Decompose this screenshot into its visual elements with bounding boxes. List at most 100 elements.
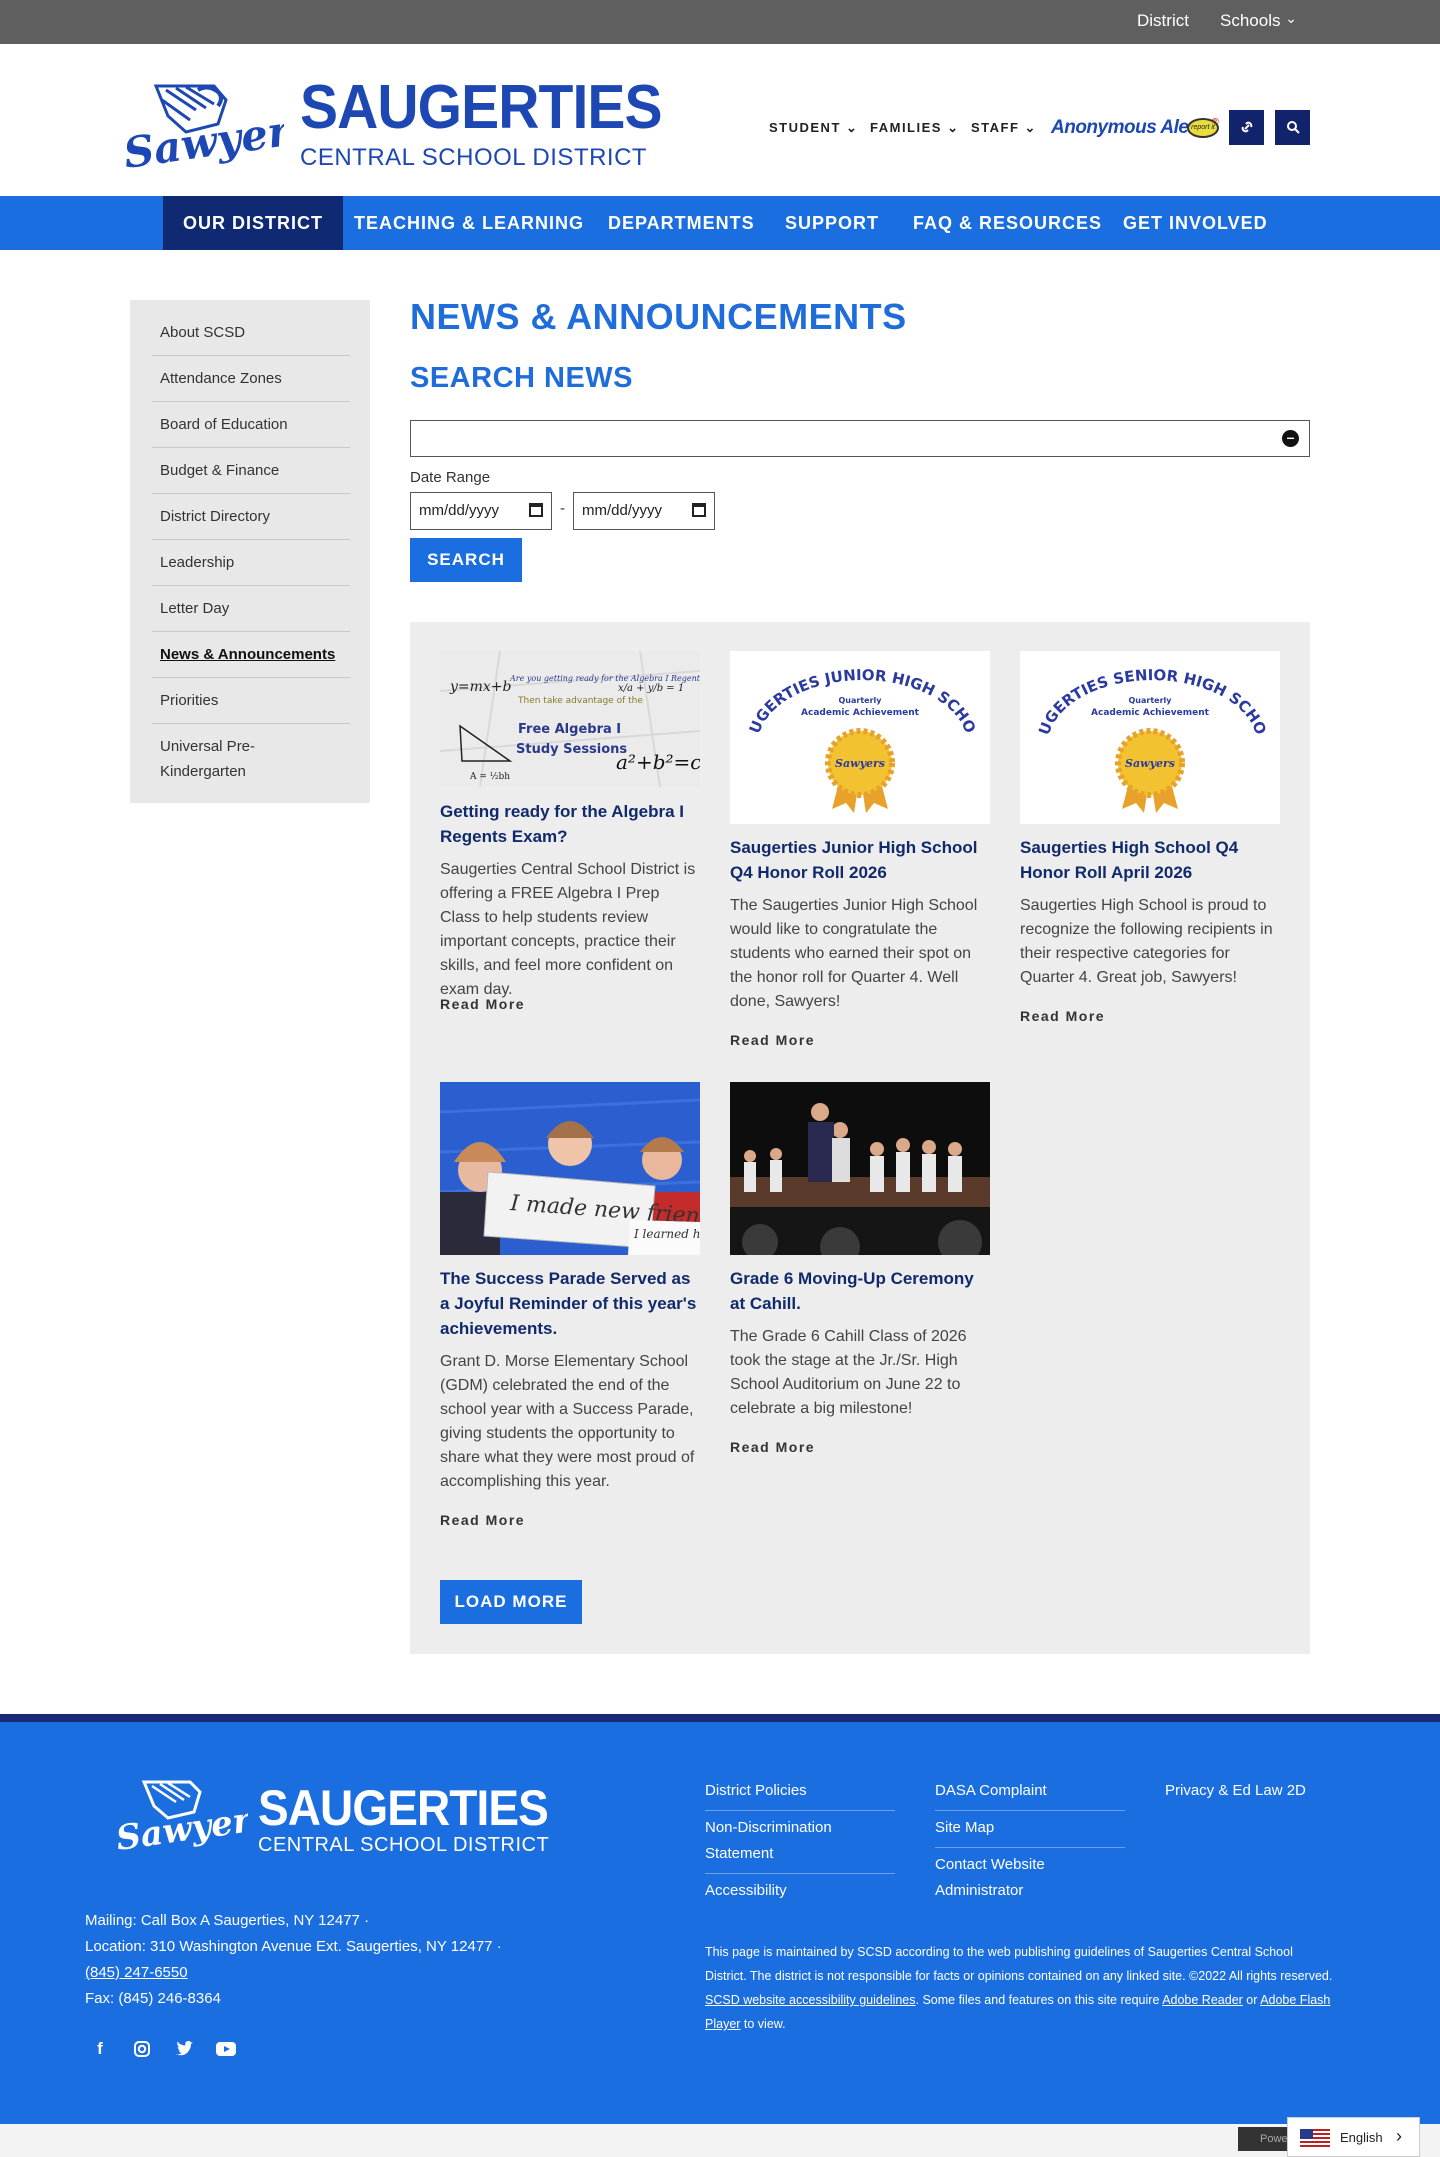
twitter-icon[interactable] <box>173 2038 195 2060</box>
sidebar-item-board[interactable]: Board of Education <box>160 412 350 437</box>
location-address: Location: 310 Washington Avenue Ext. Sau… <box>85 1938 502 1955</box>
nav-get-involved[interactable]: GET INVOLVED <box>1103 196 1288 250</box>
footer-sawyers-logo[interactable]: Sawyers <box>118 1778 248 1858</box>
divider <box>705 1873 895 1874</box>
sidebar-item-directory[interactable]: District Directory <box>160 504 350 529</box>
youtube-icon[interactable] <box>215 2038 237 2060</box>
search-icon <box>1286 121 1300 134</box>
footer-accent-bar <box>0 1714 1440 1722</box>
footer-link-district-policies[interactable]: District Policies <box>705 1778 807 1804</box>
grade6-ceremony-photo[interactable] <box>730 1082 990 1255</box>
nav-support[interactable]: SUPPORT <box>765 196 899 250</box>
date-to-input[interactable]: mm/dd/yyyy <box>573 492 715 530</box>
footer-link-privacy[interactable]: Privacy & Ed Law 2D <box>1165 1778 1306 1804</box>
sawyers-logo[interactable]: Sawyers <box>126 80 284 180</box>
search-heading: SEARCH NEWS <box>410 362 634 394</box>
bottom-bar <box>0 2124 1440 2157</box>
quick-links-button[interactable] <box>1229 110 1264 145</box>
chevron-right-icon: › <box>1396 2126 1402 2146</box>
sidebar-item-about[interactable]: About SCSD <box>160 320 350 345</box>
footer-link-contact-admin[interactable]: Contact Website Administrator <box>935 1852 1075 1904</box>
read-more-link[interactable]: Read More <box>1020 1008 1105 1024</box>
nav-student[interactable]: STUDENT ⌄ <box>769 120 858 136</box>
phone-link[interactable]: (845) 247-6550 <box>85 1960 188 1986</box>
load-more-button[interactable]: LOAD MORE <box>440 1580 582 1624</box>
divider <box>705 1810 895 1811</box>
nav-our-district[interactable]: OUR DISTRICT <box>163 196 343 250</box>
calendar-icon[interactable] <box>529 503 543 517</box>
shs-honor-roll-image[interactable]: SAUGERTIES SENIOR HIGH SCHOOL Quarterly … <box>1020 651 1280 824</box>
news-description: The Grade 6 Cahill Class of 2026 took th… <box>730 1328 967 1417</box>
svg-text:Quarterly: Quarterly <box>1129 696 1173 705</box>
nav-departments[interactable]: DEPARTMENTS <box>588 196 775 250</box>
footer-link-dasa[interactable]: DASA Complaint <box>935 1778 1047 1804</box>
chevron-down-icon: ⌄ <box>846 120 859 135</box>
brand-name[interactable]: SAUGERTIES <box>300 76 663 140</box>
sidebar-item-priorities[interactable]: Priorities <box>160 688 350 713</box>
site-header: Sawyers SAUGERTIES CENTRAL SCHOOL DISTRI… <box>0 44 1440 196</box>
sidebar-item-letter-day[interactable]: Letter Day <box>160 596 350 621</box>
news-title[interactable]: Saugerties High School Q4 Honor Roll Apr… <box>1020 835 1280 885</box>
news-list: y=mx+b Are you getting ready for the Alg… <box>410 622 1310 1654</box>
powered-by-badge[interactable]: Powe <box>1238 2127 1293 2151</box>
footer-link-accessibility[interactable]: Accessibility <box>705 1878 787 1904</box>
jhs-honor-roll-image[interactable]: SAUGERTIES JUNIOR HIGH SCHOOL Quarterly … <box>730 651 990 824</box>
divider <box>152 677 350 678</box>
search-button[interactable] <box>1275 110 1310 145</box>
sidebar-item-news[interactable]: News & Announcements <box>160 642 350 667</box>
divider <box>935 1810 1125 1811</box>
mailing-address: Mailing: Call Box A Saugerties, NY 12477… <box>85 1912 370 1929</box>
report-it-badge: report it <box>1187 118 1219 138</box>
sidebar-item-leadership[interactable]: Leadership <box>160 550 350 575</box>
us-flag-icon <box>1300 2129 1330 2147</box>
date-range-dash: - <box>560 500 565 517</box>
news-search-input[interactable]: – <box>410 420 1310 457</box>
svg-text:I learned how to: I learned how to <box>633 1227 700 1241</box>
footer-link-non-discrimination[interactable]: Non-Discrimination Statement <box>705 1815 865 1867</box>
nav-families[interactable]: FAMILIES ⌄ <box>870 120 959 136</box>
nav-faq-resources[interactable]: FAQ & RESOURCES <box>893 196 1122 250</box>
news-title[interactable]: Getting ready for the Algebra I Regents … <box>440 799 700 849</box>
search-submit-button[interactable]: SEARCH <box>410 538 522 582</box>
chevron-down-icon: ⌄ <box>947 120 960 135</box>
read-more-link[interactable]: Read More <box>440 1512 525 1528</box>
schools-dropdown[interactable]: Schools ⌄ <box>1220 10 1297 31</box>
calendar-icon[interactable] <box>692 503 706 517</box>
adobe-reader-link[interactable]: Adobe Reader <box>1162 1993 1243 2007</box>
footer-brand-name[interactable]: SAUGERTIES <box>258 1782 549 1834</box>
divider <box>152 539 350 540</box>
chevron-down-icon: ⌄ <box>1285 10 1297 26</box>
read-more-link[interactable]: Read More <box>730 1032 815 1048</box>
success-parade-photo[interactable]: I made new friends I learned how to <box>440 1082 700 1255</box>
news-title[interactable]: Saugerties Junior High School Q4 Honor R… <box>730 835 990 885</box>
sidebar-item-budget[interactable]: Budget & Finance <box>160 458 350 483</box>
news-title[interactable]: Grade 6 Moving-Up Ceremony at Cahill. <box>730 1266 990 1316</box>
language-selector[interactable]: English › <box>1287 2117 1420 2157</box>
svg-text:Sawyers: Sawyers <box>835 757 885 770</box>
clear-search-icon[interactable]: – <box>1282 430 1299 447</box>
footer-link-site-map[interactable]: Site Map <box>935 1815 994 1841</box>
brand-subtitle: CENTRAL SCHOOL DISTRICT <box>300 144 648 171</box>
district-link[interactable]: District <box>1137 11 1189 31</box>
news-title[interactable]: The Success Parade Served as a Joyful Re… <box>440 1266 700 1341</box>
fax-number: Fax: (845) 246-8364 <box>85 1990 221 2007</box>
svg-text:A = ½bh: A = ½bh <box>469 771 510 782</box>
sidebar-item-upk[interactable]: Universal Pre-Kindergarten <box>160 734 280 784</box>
link-icon <box>1241 121 1252 133</box>
accessibility-guidelines-link[interactable]: SCSD website accessibility guidelines <box>705 1993 916 2007</box>
read-more-link[interactable]: Read More <box>440 996 525 1012</box>
sidebar-item-attendance-zones[interactable]: Attendance Zones <box>160 366 350 391</box>
page-title: NEWS & ANNOUNCEMENTS <box>410 296 907 337</box>
nav-staff[interactable]: STAFF ⌄ <box>971 120 1037 136</box>
news-description: The Saugerties Junior High School would … <box>730 897 978 1010</box>
facebook-icon[interactable]: f <box>89 2038 111 2060</box>
nav-teaching-learning[interactable]: TEACHING & LEARNING <box>334 196 604 250</box>
chevron-down-icon: ⌄ <box>1024 120 1037 135</box>
svg-text:x/a + y/b = 1: x/a + y/b = 1 <box>618 683 684 694</box>
svg-text:Sawyers: Sawyers <box>1125 757 1175 770</box>
read-more-link[interactable]: Read More <box>730 1439 815 1455</box>
instagram-icon[interactable] <box>131 2038 153 2060</box>
date-from-input[interactable]: mm/dd/yyyy <box>410 492 552 530</box>
algebra-flyer-image[interactable]: y=mx+b Are you getting ready for the Alg… <box>440 651 700 787</box>
svg-text:Then take advantage of the: Then take advantage of the <box>517 696 643 706</box>
